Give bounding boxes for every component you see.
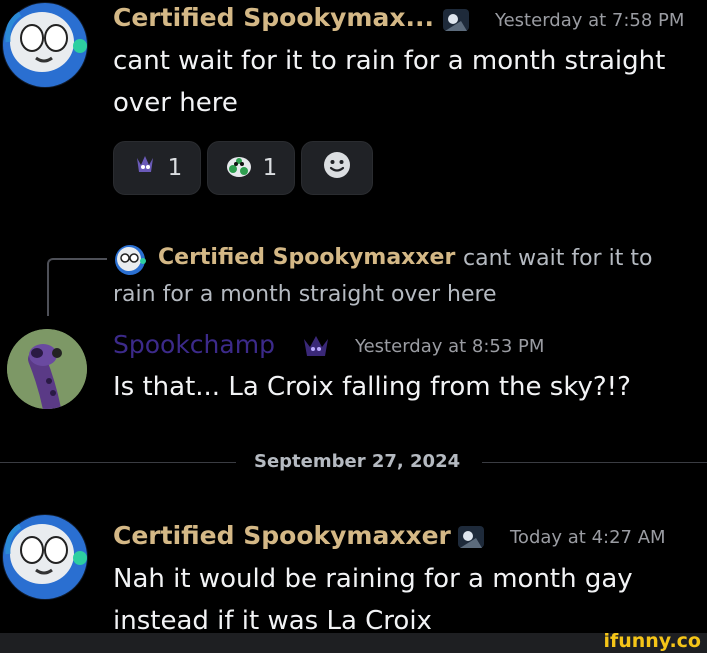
purple-creature-icon: [132, 152, 158, 184]
date-divider-label: September 27, 2024: [254, 451, 461, 472]
reaction-button[interactable]: 1: [113, 141, 201, 195]
reply-text[interactable]: rain for a month straight over here: [113, 282, 497, 307]
timestamp: Today at 4:27 AM: [510, 527, 666, 548]
avatar[interactable]: [2, 2, 88, 88]
author-name[interactable]: Certified Spookymax...: [113, 3, 434, 32]
reply-avatar[interactable]: [113, 244, 147, 280]
role-badge-icon: [441, 3, 471, 39]
role-badge-icon: [300, 333, 332, 365]
message-text: cant wait for it to rain for a month str…: [113, 46, 666, 76]
author-name[interactable]: Spookchamp: [113, 330, 275, 359]
smiley-icon: [322, 150, 352, 186]
message-text: instead if it was La Croix: [113, 606, 432, 636]
reply-text[interactable]: cant wait for it to: [463, 246, 652, 271]
avatar[interactable]: [7, 329, 87, 409]
timestamp: Yesterday at 8:53 PM: [355, 336, 545, 357]
timestamp: Yesterday at 7:58 PM: [495, 10, 685, 31]
reply-connector: [47, 258, 107, 316]
message-text: Is that... La Croix falling from the sky…: [113, 372, 631, 402]
message-text: Nah it would be raining for a month gay: [113, 564, 633, 594]
reaction-count: 1: [262, 155, 278, 181]
message-text: over here: [113, 88, 238, 118]
watermark: ifunny.co: [603, 630, 701, 652]
avatar[interactable]: [2, 514, 88, 600]
add-reaction-button[interactable]: [301, 141, 373, 195]
date-divider-line: [0, 462, 236, 463]
reply-author-name[interactable]: Certified Spookymaxxer: [158, 245, 455, 270]
green-creature-icon: [225, 151, 253, 185]
reaction-count: 1: [167, 155, 183, 181]
watermark-bar: [0, 633, 707, 653]
role-badge-icon: [456, 520, 486, 556]
author-name[interactable]: Certified Spookymaxxer: [113, 521, 451, 550]
reaction-button[interactable]: 1: [207, 141, 295, 195]
date-divider-line: [482, 462, 707, 463]
